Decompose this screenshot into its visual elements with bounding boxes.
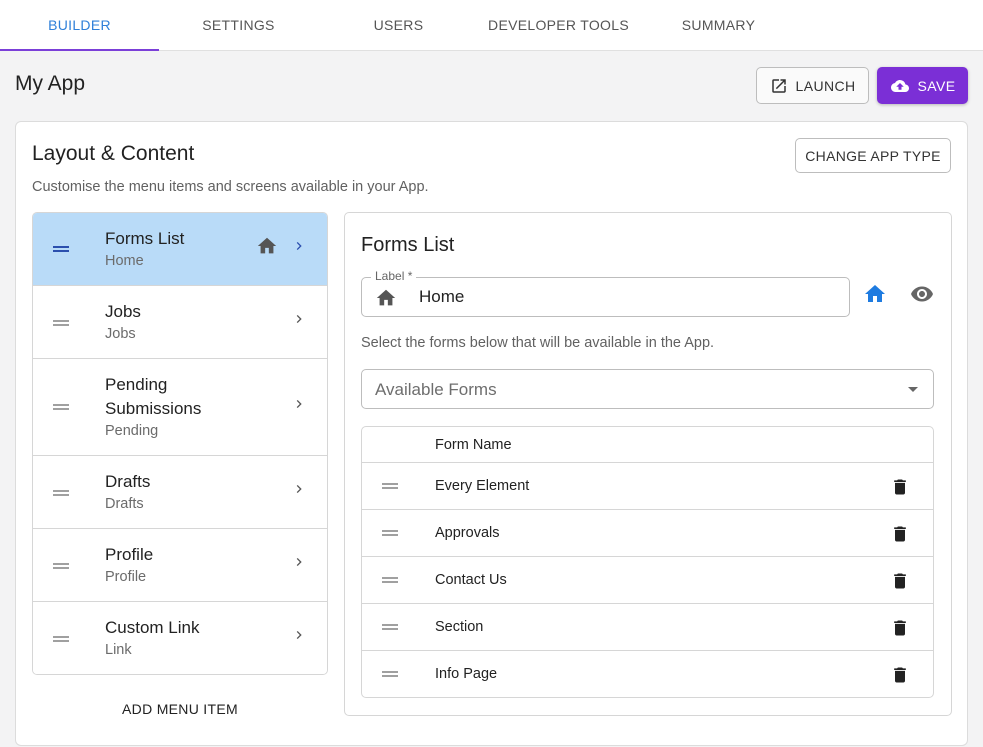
drag-handle-icon[interactable] <box>382 624 398 630</box>
chevron-right-icon <box>296 631 302 639</box>
save-label: SAVE <box>917 77 956 94</box>
menu-items-list: Forms List Home Jobs Jobs Pending Submis… <box>32 212 328 675</box>
trash-icon[interactable] <box>890 523 910 545</box>
drag-handle-icon[interactable] <box>53 404 69 410</box>
menu-item-custom-link[interactable]: Custom Link Link <box>33 602 327 674</box>
drag-handle-icon[interactable] <box>382 671 398 677</box>
dropdown-arrow-icon <box>908 387 918 392</box>
form-name: Approvals <box>435 525 500 541</box>
card-subtitle: Customise the menu items and screens ava… <box>32 179 429 195</box>
chevron-right-icon <box>296 242 302 250</box>
menu-item-sublabel: Drafts <box>105 496 144 512</box>
detail-title: Forms List <box>361 234 455 256</box>
add-menu-item-button[interactable]: ADD MENU ITEM <box>32 694 328 724</box>
form-name: Every Element <box>435 478 530 494</box>
trash-icon[interactable] <box>890 617 910 639</box>
menu-item-label: Drafts <box>105 472 151 491</box>
menu-item-sublabel: Pending <box>105 423 159 439</box>
menu-item-pending-submissions[interactable]: Pending Submissions Pending <box>33 359 327 456</box>
label-field-legend: Label * <box>371 269 417 283</box>
tab-builder[interactable]: BUILDER <box>0 0 159 51</box>
page-title: My App <box>15 72 86 95</box>
menu-item-sublabel: Link <box>105 642 132 658</box>
trash-icon[interactable] <box>890 476 910 498</box>
home-icon <box>376 289 396 306</box>
form-name: Section <box>435 619 484 635</box>
column-header-form-name: Form Name <box>435 437 512 453</box>
trash-icon[interactable] <box>890 570 910 592</box>
tab-bar: BUILDER SETTINGS USERS DEVELOPER TOOLS S… <box>0 0 983 51</box>
save-button[interactable]: SAVE <box>877 67 968 104</box>
tab-developer-tools[interactable]: DEVELOPER TOOLS <box>479 0 638 50</box>
drag-handle-icon[interactable] <box>53 320 69 326</box>
available-forms-select[interactable]: Available Forms <box>361 369 934 409</box>
home-icon <box>257 237 277 254</box>
menu-item-drafts[interactable]: Drafts Drafts <box>33 456 327 529</box>
menu-item-sublabel: Home <box>105 253 144 269</box>
drag-handle-icon[interactable] <box>53 636 69 642</box>
drag-handle-icon[interactable] <box>382 483 398 489</box>
label-field[interactable]: Label * Home <box>361 269 850 317</box>
tab-summary[interactable]: SUMMARY <box>639 0 798 50</box>
drag-handle-icon[interactable] <box>53 246 69 252</box>
table-row: Section <box>362 604 933 651</box>
drag-handle-icon[interactable] <box>53 490 69 496</box>
table-header: Form Name <box>362 427 933 463</box>
menu-item-label: Forms List <box>105 229 185 248</box>
card-title: Layout & Content <box>32 142 195 165</box>
layout-content-card: Layout & Content Customise the menu item… <box>15 121 968 746</box>
chevron-right-icon <box>296 485 302 493</box>
menu-item-label: Jobs <box>105 302 141 321</box>
menu-item-label: Custom Link <box>105 618 200 637</box>
menu-item-profile[interactable]: Profile Profile <box>33 529 327 602</box>
launch-label: LAUNCH <box>795 77 856 94</box>
open-in-new-icon <box>771 78 786 93</box>
form-name: Info Page <box>435 666 498 682</box>
label-field-value: Home <box>419 287 465 306</box>
set-home-icon[interactable] <box>863 282 887 306</box>
menu-item-detail-panel: Forms List Label * Home Select the forms… <box>344 212 952 716</box>
menu-item-label: Pending Submissions <box>105 375 202 418</box>
menu-item-sublabel: Profile <box>105 569 147 585</box>
chevron-right-icon <box>296 558 302 566</box>
chevron-right-icon <box>296 315 302 323</box>
menu-item-sublabel: Jobs <box>105 326 136 342</box>
eye-icon[interactable] <box>909 282 935 306</box>
chevron-right-icon <box>296 400 302 408</box>
table-row: Every Element <box>362 463 933 510</box>
tab-settings[interactable]: SETTINGS <box>159 0 318 50</box>
menu-item-label: Profile <box>105 545 154 564</box>
cloud-upload-icon <box>890 79 909 92</box>
tab-users[interactable]: USERS <box>319 0 478 50</box>
drag-handle-icon[interactable] <box>53 563 69 569</box>
change-app-type-button[interactable]: CHANGE APP TYPE <box>795 138 951 173</box>
menu-item-forms-list[interactable]: Forms List Home <box>33 213 327 286</box>
available-forms-placeholder: Available Forms <box>375 380 497 399</box>
drag-handle-icon[interactable] <box>382 577 398 583</box>
form-name: Contact Us <box>435 572 507 588</box>
table-row: Contact Us <box>362 557 933 604</box>
launch-button[interactable]: LAUNCH <box>756 67 869 104</box>
forms-table: Form Name Every Element Approvals Contac… <box>361 426 934 698</box>
table-row: Approvals <box>362 510 933 557</box>
table-row: Info Page <box>362 651 933 697</box>
trash-icon[interactable] <box>890 664 910 686</box>
menu-item-jobs[interactable]: Jobs Jobs <box>33 286 327 359</box>
detail-hint: Select the forms below that will be avai… <box>361 335 715 351</box>
drag-handle-icon[interactable] <box>382 530 398 536</box>
